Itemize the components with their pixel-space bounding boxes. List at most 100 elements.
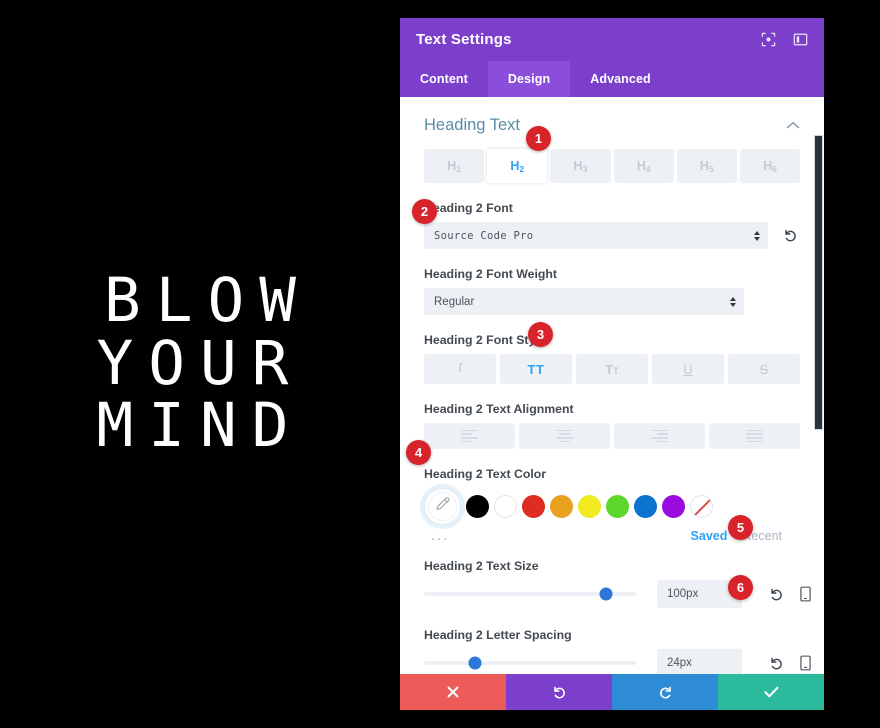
font-style-uppercase[interactable]: TT [500, 354, 572, 384]
swatch-red[interactable] [522, 495, 545, 518]
heading-level-selector: H1 H2 H3 H4 H5 H6 [424, 149, 801, 183]
align-center-icon [556, 429, 573, 443]
font-select-row: Source Code Pro [424, 222, 800, 249]
heading-level-h3[interactable]: H3 [550, 149, 611, 183]
font-weight-label: Heading 2 Font Weight [424, 267, 557, 281]
tab-content[interactable]: Content [400, 61, 488, 97]
font-style-field: Heading 2 Font Style I TT TT U S [424, 333, 800, 384]
screenshot-root: BLOW YOUR MIND Text Settings Content Des… [0, 0, 880, 728]
slider-knob[interactable] [599, 587, 613, 601]
section-title: Heading Text [424, 115, 521, 134]
modal-footer [400, 674, 824, 710]
heading-level-h3-label: 3 [582, 163, 588, 174]
align-left-button[interactable] [424, 423, 515, 449]
callout-badge-3: 3 [528, 322, 553, 347]
text-size-responsive-icon[interactable] [797, 584, 813, 604]
font-weight-value: Regular [434, 295, 475, 308]
check-icon [763, 686, 779, 698]
align-justify-icon [746, 429, 763, 443]
text-alignment-label: Heading 2 Text Alignment [424, 402, 574, 416]
swatch-black[interactable] [466, 495, 489, 518]
align-right-button[interactable] [614, 423, 705, 449]
align-center-button[interactable] [519, 423, 610, 449]
text-size-controls [766, 584, 813, 604]
letter-spacing-slider[interactable] [424, 653, 636, 673]
strikethrough-icon: S [759, 361, 769, 377]
modal-header-actions [760, 32, 808, 48]
text-size-reset-icon[interactable] [766, 584, 786, 604]
align-left-icon [461, 429, 478, 443]
x-icon [447, 686, 459, 698]
save-button[interactable] [718, 674, 824, 710]
uppercase-icon: TT [527, 361, 545, 377]
heading-level-h6-label: 6 [772, 163, 777, 174]
callout-badge-4: 4 [406, 440, 431, 465]
heading-level-h5[interactable]: H5 [676, 149, 737, 183]
layout-toggle-icon[interactable] [792, 32, 808, 48]
font-style-small-caps[interactable]: TT [576, 354, 648, 384]
font-style-strikethrough[interactable]: S [728, 354, 800, 384]
text-size-slider[interactable] [424, 584, 636, 604]
heading-level-h2[interactable]: H2 [487, 149, 548, 183]
redo-button[interactable] [612, 674, 718, 710]
font-reset-icon[interactable] [780, 226, 800, 246]
swatch-orange[interactable] [550, 495, 573, 518]
font-style-label: Heading 2 Font Style [424, 333, 546, 347]
heading-level-h4[interactable]: H4 [613, 149, 674, 183]
swatch-green[interactable] [606, 495, 629, 518]
align-justify-button[interactable] [709, 423, 800, 449]
color-picker[interactable] [424, 488, 461, 525]
font-weight-select[interactable]: Regular [424, 288, 744, 315]
fullscreen-icon[interactable] [760, 32, 776, 48]
callout-badge-6: 6 [728, 575, 753, 600]
tab-design[interactable]: Design [487, 61, 571, 97]
text-alignment-field: Heading 2 Text Alignment [424, 402, 800, 449]
font-field-label: Heading 2 Font [424, 201, 513, 215]
undo-icon [552, 685, 567, 700]
slider-knob[interactable] [468, 656, 482, 670]
font-select-value: Source Code Pro [434, 229, 534, 242]
page-canvas-preview: BLOW YOUR MIND [0, 0, 400, 728]
saved-colors-tab[interactable]: Saved [691, 529, 728, 543]
swatch-blue[interactable] [634, 495, 657, 518]
swatch-transparent[interactable] [690, 495, 713, 518]
letter-spacing-responsive-icon[interactable] [797, 653, 813, 673]
undo-button[interactable] [506, 674, 612, 710]
swatch-yellow[interactable] [578, 495, 601, 518]
swatch-purple[interactable] [662, 495, 685, 518]
panel-scrollbar[interactable] [813, 97, 824, 674]
text-size-label: Heading 2 Text Size [424, 559, 539, 573]
settings-scroll-area: Heading Text H1 H2 H3 H4 H5 H6 Heading 2… [400, 97, 824, 674]
text-color-label: Heading 2 Text Color [424, 467, 547, 481]
letter-spacing-controls [766, 653, 813, 673]
cancel-button[interactable] [400, 674, 506, 710]
heading-text-section-header[interactable]: Heading Text [424, 103, 800, 147]
more-colors-button[interactable]: ... [431, 528, 450, 543]
panel-scrollbar-thumb[interactable] [814, 135, 823, 430]
letter-spacing-label: Heading 2 Letter Spacing [424, 628, 572, 642]
italic-icon: I [457, 361, 463, 376]
callout-badge-5: 5 [728, 515, 753, 540]
tab-advanced[interactable]: Advanced [570, 61, 671, 97]
heading-level-h2-label: 2 [519, 163, 525, 174]
letter-spacing-reset-icon[interactable] [766, 653, 786, 673]
heading-level-h4-label: 4 [645, 163, 651, 174]
font-select[interactable]: Source Code Pro [424, 222, 768, 249]
heading-level-h1[interactable]: H1 [424, 149, 485, 183]
font-style-italic[interactable]: I [424, 354, 496, 384]
modal-body: Heading Text H1 H2 H3 H4 H5 H6 Heading 2… [400, 97, 824, 674]
letter-spacing-value[interactable]: 24px [657, 649, 742, 674]
text-alignment-group [424, 423, 800, 449]
eyedropper-icon [434, 496, 451, 518]
heading-level-h6[interactable]: H6 [739, 149, 801, 183]
chevron-up-icon[interactable] [786, 121, 800, 130]
font-style-underline[interactable]: U [652, 354, 724, 384]
heading-level-h5-label: 5 [708, 163, 714, 174]
callout-badge-1: 1 [526, 126, 551, 151]
heading-level-h1-label: 1 [456, 163, 461, 174]
letter-spacing-field: Heading 2 Letter Spacing 24px [424, 628, 811, 674]
swatch-white[interactable] [494, 495, 517, 518]
align-right-icon [651, 429, 668, 443]
small-caps-icon: TT [605, 361, 619, 377]
font-weight-field: Heading 2 Font Weight Regular [424, 267, 800, 315]
